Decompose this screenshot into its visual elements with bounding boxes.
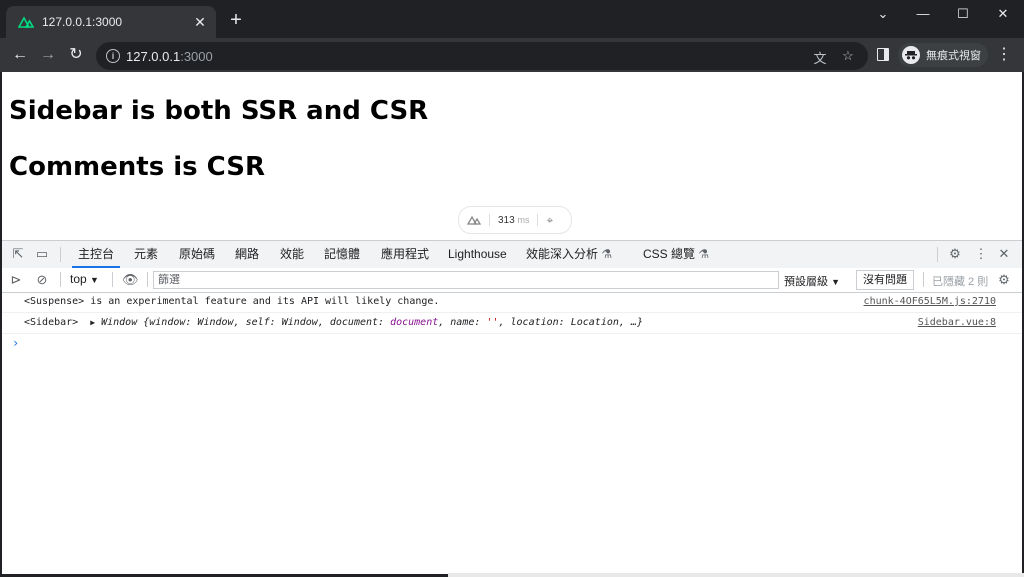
devtools-more-icon[interactable]: ⋮ <box>973 246 989 262</box>
experiment-flask-icon: ⚗ <box>698 247 710 261</box>
devtools-tab-bar: ⇱ ▭ 主控台 元素 原始碼 網路 效能 記憶體 應用程式 Lighthouse… <box>2 241 1022 269</box>
tab-close-icon[interactable]: ✕ <box>192 14 208 30</box>
tab-application[interactable]: 應用程式 <box>375 241 435 268</box>
tab-title: 127.0.0.1:3000 <box>42 15 123 29</box>
side-panel-icon[interactable] <box>877 48 889 61</box>
tab-search-icon[interactable]: ⌄ <box>865 4 901 24</box>
tab-network[interactable]: 網路 <box>229 241 265 268</box>
site-info-icon[interactable]: i <box>106 49 120 63</box>
incognito-icon <box>902 46 920 64</box>
console-message-source[interactable]: Sidebar.vue:8 <box>918 313 996 333</box>
title-bar: 127.0.0.1:3000 ✕ + ⌄ — ☐ ✕ <box>0 0 1024 38</box>
console-filter-input[interactable]: 篩選 <box>153 271 779 289</box>
clear-console-icon[interactable]: ⊘ <box>34 272 50 288</box>
devtools-panel: ⇱ ▭ 主控台 元素 原始碼 網路 效能 記憶體 應用程式 Lighthouse… <box>2 240 1022 574</box>
tab-lighthouse[interactable]: Lighthouse <box>442 241 513 268</box>
experiment-flask-icon: ⚗ <box>601 247 613 261</box>
address-bar[interactable]: i 127.0.0.1:3000 文 ☆ <box>96 42 868 70</box>
maximize-icon[interactable]: ☐ <box>945 4 981 24</box>
tab-console[interactable]: 主控台 <box>72 241 121 268</box>
live-expression-eye-icon[interactable]: 👁 <box>122 272 139 288</box>
comments-heading: Comments is CSR <box>9 152 265 182</box>
nuxt-timing: 313 ms <box>498 214 530 226</box>
log-levels-select[interactable]: 預設層級 ▼ <box>784 273 840 289</box>
background-window-edge <box>448 573 1024 577</box>
reload-icon[interactable]: ↻ <box>66 45 86 65</box>
show-sidebar-icon[interactable]: ⊳ <box>8 272 24 288</box>
inspect-element-icon[interactable]: ⇱ <box>10 246 26 262</box>
profile-label: 無痕式視窗 <box>926 50 981 62</box>
web-page: Sidebar is both SSR and CSR Comments is … <box>2 72 1022 240</box>
browser-tab[interactable]: 127.0.0.1:3000 ✕ <box>6 6 216 38</box>
browser-toolbar: ← → ↻ i 127.0.0.1:3000 文 ☆ 無痕式視窗 ⋮ <box>0 38 1024 72</box>
back-icon[interactable]: ← <box>10 45 30 65</box>
bookmark-star-icon[interactable]: ☆ <box>840 48 856 64</box>
console-message-source[interactable]: chunk-4OF65L5M.js:2710 <box>864 292 996 312</box>
translate-icon[interactable]: 文 <box>812 48 828 67</box>
console-filter-bar: ⊳ ⊘ top ▼ 👁 篩選 預設層級 ▼ 沒有問題 已隱藏 2 則 ⚙ <box>2 268 1022 293</box>
dropdown-arrow-icon: ▼ <box>90 275 99 285</box>
component-inspector-icon[interactable]: ⌖ <box>546 213 553 228</box>
browser-menu-icon[interactable]: ⋮ <box>996 45 1012 65</box>
incognito-profile-button[interactable]: 無痕式視窗 <box>898 43 988 67</box>
url-text: 127.0.0.1:3000 <box>126 49 213 64</box>
tab-sources[interactable]: 原始碼 <box>173 241 221 268</box>
tab-elements[interactable]: 元素 <box>128 241 164 268</box>
console-message-text: <Suspense> is an experimental feature an… <box>24 296 440 307</box>
console-messages: <Suspense> is an experimental feature an… <box>2 292 1022 350</box>
issues-button[interactable]: 沒有問題 <box>856 270 914 290</box>
sidebar-heading: Sidebar is both SSR and CSR <box>9 96 429 126</box>
device-toolbar-icon[interactable]: ▭ <box>34 246 50 262</box>
nuxt-devtools-pill[interactable]: 313 ms ⌖ <box>458 206 572 234</box>
tab-memory[interactable]: 記憶體 <box>318 241 366 268</box>
console-message: <Suspense> is an experimental feature an… <box>2 292 1022 313</box>
nuxt-logo-icon <box>467 215 481 225</box>
minimize-icon[interactable]: — <box>905 4 941 24</box>
hidden-messages-count: 已隱藏 2 則 <box>932 276 989 288</box>
console-prompt-icon[interactable]: › <box>12 336 19 350</box>
console-message: <Sidebar> ▶ Window {window: Window, self… <box>2 313 1022 334</box>
devtools-settings-icon[interactable]: ⚙ <box>947 246 963 262</box>
close-window-icon[interactable]: ✕ <box>985 4 1021 24</box>
tab-css-overview[interactable]: CSS 總覽 ⚗ <box>637 241 715 268</box>
nuxt-favicon-icon <box>18 15 34 29</box>
context-select[interactable]: top ▼ <box>70 272 99 286</box>
expand-triangle-icon: ▶ <box>90 318 96 327</box>
tab-performance-insights[interactable]: 效能深入分析 ⚗ <box>520 241 618 268</box>
new-tab-icon[interactable]: + <box>226 10 246 30</box>
dropdown-arrow-icon: ▼ <box>831 277 840 287</box>
tab-performance[interactable]: 效能 <box>274 241 310 268</box>
console-settings-icon[interactable]: ⚙ <box>996 272 1012 288</box>
devtools-close-icon[interactable]: ✕ <box>996 246 1012 262</box>
forward-icon[interactable]: → <box>38 45 58 65</box>
console-message-text[interactable]: <Sidebar> ▶ Window {window: Window, self… <box>24 313 643 333</box>
